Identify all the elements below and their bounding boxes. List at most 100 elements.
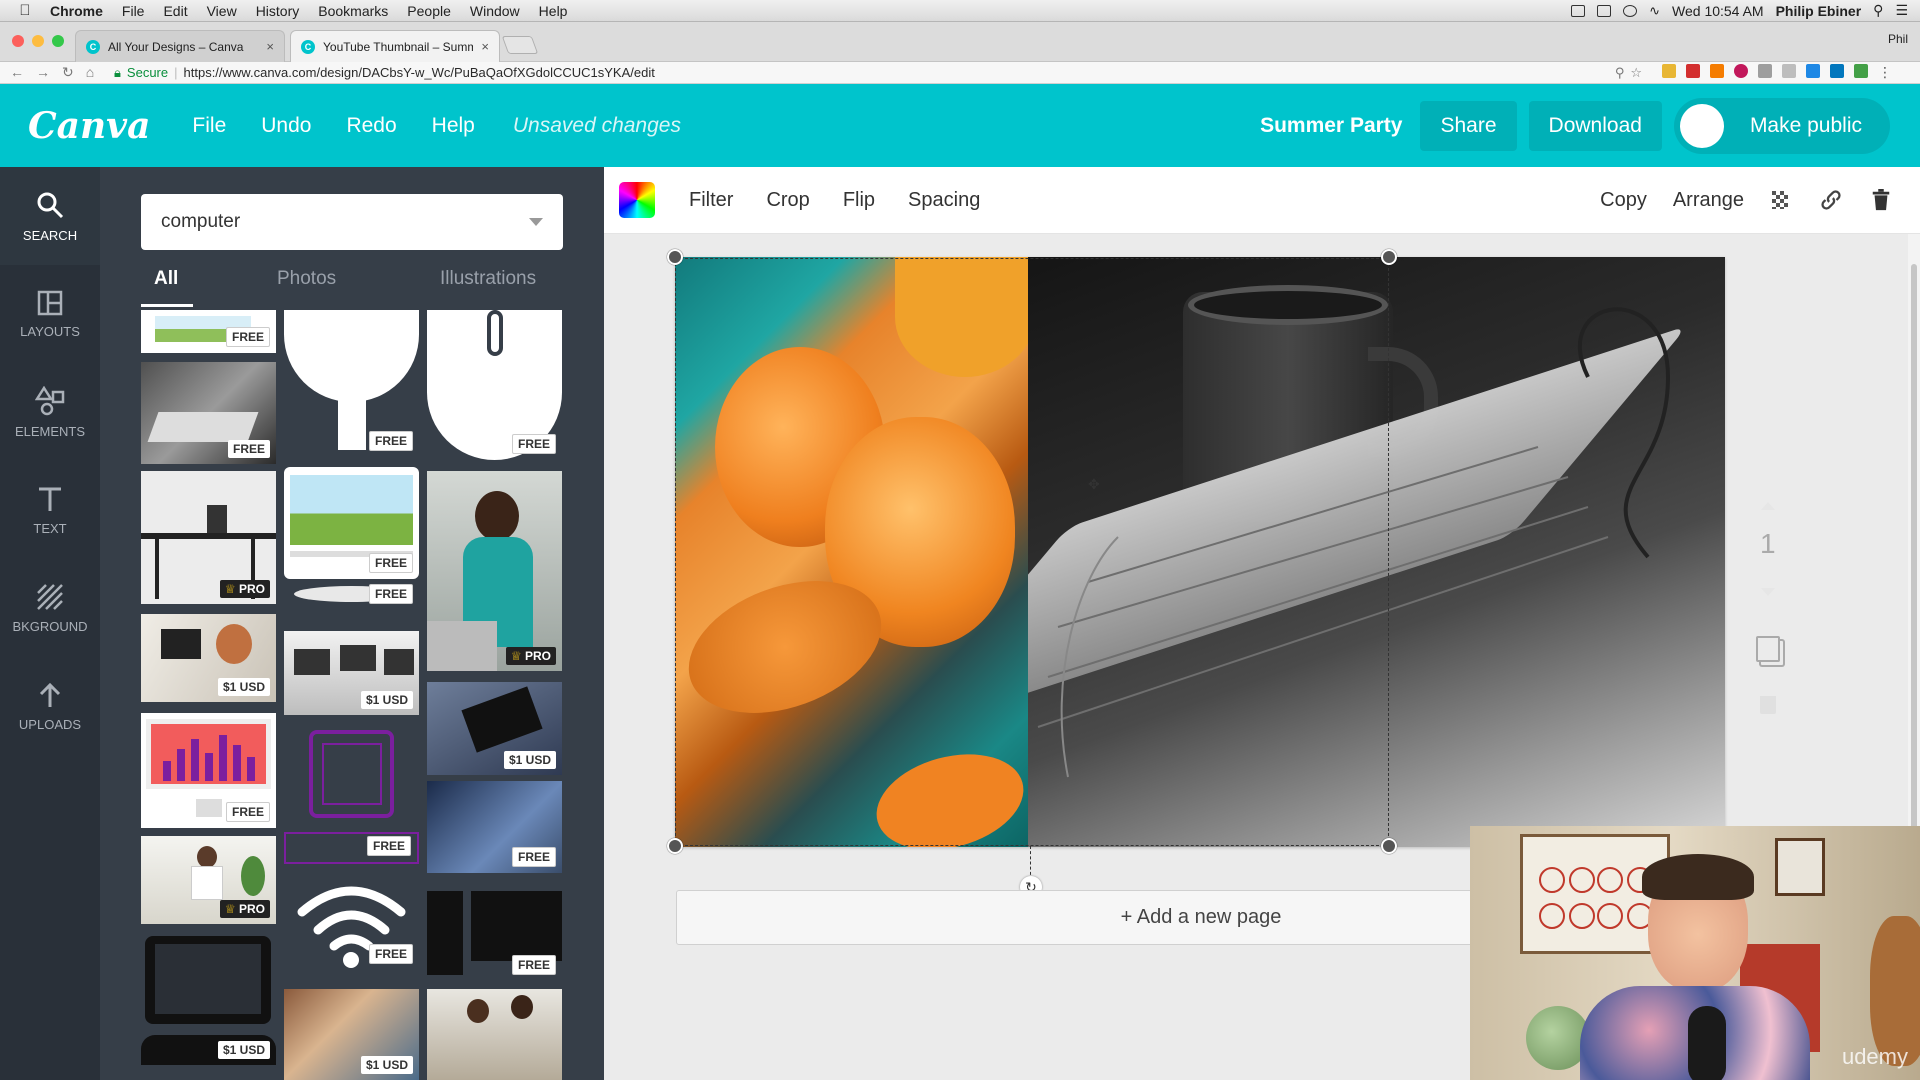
result-monitor-landscape-illustration[interactable]: FREE xyxy=(284,467,419,579)
crop-button[interactable]: Crop xyxy=(766,189,809,212)
tab-photos[interactable]: Photos xyxy=(277,268,336,290)
tab-youtube-thumbnail[interactable]: C YouTube Thumbnail – Summer × xyxy=(290,30,500,62)
result-keyboard-illustration[interactable]: FREE xyxy=(284,580,419,610)
camera-icon[interactable] xyxy=(1571,4,1586,17)
design-page[interactable] xyxy=(675,257,1725,847)
result-frame-illustration[interactable]: FREE xyxy=(284,832,419,864)
photo-orange-segments[interactable] xyxy=(675,257,1028,847)
share-button[interactable]: Share xyxy=(1420,100,1517,151)
nav-search[interactable]: SEARCH xyxy=(0,167,100,265)
wifi-icon[interactable]: ∿ xyxy=(1649,3,1660,19)
menubar-people[interactable]: People xyxy=(407,3,451,19)
nav-text[interactable]: TEXT xyxy=(0,461,100,559)
flip-button[interactable]: Flip xyxy=(843,189,875,212)
close-tab-icon[interactable]: × xyxy=(266,39,274,54)
copy-button[interactable]: Copy xyxy=(1600,189,1647,212)
menubar-view[interactable]: View xyxy=(207,3,237,19)
apple-icon[interactable]:  xyxy=(0,2,50,19)
design-title[interactable]: Summer Party xyxy=(1260,114,1402,138)
forward-icon[interactable]: → xyxy=(36,64,50,81)
result-photo-woman-laptop[interactable]: ♕ PRO xyxy=(427,471,562,671)
arrange-button[interactable]: Arrange xyxy=(1673,189,1744,212)
menubar-user[interactable]: Philip Ebiner xyxy=(1776,3,1862,19)
download-button[interactable]: Download xyxy=(1528,100,1662,151)
photo-keyboard-mug[interactable] xyxy=(1028,257,1725,847)
nav-background[interactable]: BKGROUND xyxy=(0,559,100,657)
nav-elements[interactable]: ELEMENTS xyxy=(0,363,100,461)
trash-icon[interactable] xyxy=(1870,189,1892,211)
bookmark-star-icon[interactable]: ☆ xyxy=(1630,65,1642,81)
extension-icon[interactable] xyxy=(1782,64,1796,78)
resize-handle-top-left[interactable] xyxy=(667,249,683,265)
canva-logo[interactable]: Canva xyxy=(28,105,150,147)
resize-handle-bottom-left[interactable] xyxy=(667,838,683,854)
extension-icon[interactable] xyxy=(1662,64,1676,78)
screen-record-icon[interactable] xyxy=(1597,4,1612,17)
back-icon[interactable]: ← xyxy=(10,64,24,81)
result-tablet-frame-illustration[interactable] xyxy=(284,725,419,825)
chevron-down-icon[interactable] xyxy=(529,218,543,226)
extension-icon[interactable] xyxy=(1806,64,1820,78)
move-page-down-icon[interactable] xyxy=(1761,588,1775,598)
result-laptop-illustration[interactable]: FREE xyxy=(141,310,276,353)
menubar-clock[interactable]: Wed 10:54 AM xyxy=(1672,3,1764,19)
menubar-bookmarks[interactable]: Bookmarks xyxy=(318,3,388,19)
menubar-history[interactable]: History xyxy=(256,3,300,19)
result-photo-computer-lab[interactable]: $1 USD xyxy=(284,631,419,715)
result-desktop-tower-illustration[interactable]: FREE xyxy=(427,891,562,981)
make-public-toggle[interactable]: Make public xyxy=(1673,97,1890,154)
reload-icon[interactable]: ↻ xyxy=(62,64,74,81)
result-photo-students-laptop[interactable] xyxy=(427,989,562,1080)
result-photo-team-laptop[interactable]: $1 USD xyxy=(284,989,419,1080)
extension-icon[interactable] xyxy=(1758,64,1772,78)
menubar-app-name[interactable]: Chrome xyxy=(50,3,103,19)
menubar-window[interactable]: Window xyxy=(470,3,520,19)
minimize-window-icon[interactable] xyxy=(32,35,44,47)
url-text[interactable]: https://www.canva.com/design/DACbsY-w_Wc… xyxy=(184,65,655,80)
zoom-icon[interactable]: ⚲ xyxy=(1615,65,1625,81)
tab-all[interactable]: All xyxy=(154,268,178,290)
new-tab-button[interactable] xyxy=(501,36,539,54)
result-photo-desk[interactable]: ♕ PRO xyxy=(141,471,276,604)
file-menu[interactable]: File xyxy=(192,114,226,138)
result-photo-laptop-lap[interactable]: $1 USD xyxy=(427,682,562,775)
duplicate-page-icon[interactable] xyxy=(1756,636,1780,662)
delete-page-icon[interactable] xyxy=(1760,696,1776,714)
timemachine-icon[interactable] xyxy=(1623,4,1638,17)
extension-icon[interactable] xyxy=(1830,64,1844,78)
close-window-icon[interactable] xyxy=(12,35,24,47)
profile-name[interactable]: Phil xyxy=(1888,32,1908,46)
url-field[interactable]: 🔒︎ Secure | https://www.canva.com/design… xyxy=(110,64,1650,82)
home-icon[interactable]: ⌂ xyxy=(86,64,94,81)
nav-layouts[interactable]: LAYOUTS xyxy=(0,265,100,363)
spacing-button[interactable]: Spacing xyxy=(908,189,980,212)
result-photo-woman-desk[interactable]: ♕ PRO xyxy=(141,836,276,924)
menubar-help[interactable]: Help xyxy=(539,3,568,19)
undo-button[interactable]: Undo xyxy=(261,114,311,138)
zoom-window-icon[interactable] xyxy=(52,35,64,47)
redo-button[interactable]: Redo xyxy=(346,114,396,138)
menubar-file[interactable]: File xyxy=(122,3,145,19)
result-mouse-top-illustration[interactable]: FREE xyxy=(427,310,562,460)
tab-all-designs[interactable]: C All Your Designs – Canva × xyxy=(75,30,285,62)
tab-illustrations[interactable]: Illustrations xyxy=(440,268,536,290)
result-photo-keyboard-mug[interactable]: FREE xyxy=(141,362,276,464)
chrome-menu-icon[interactable]: ⋮ xyxy=(1878,64,1892,81)
help-menu[interactable]: Help xyxy=(432,114,475,138)
close-tab-icon[interactable]: × xyxy=(481,39,489,54)
result-monitor-chart-illustration[interactable]: FREE xyxy=(141,713,276,828)
transparency-icon[interactable] xyxy=(1770,189,1792,211)
link-icon[interactable] xyxy=(1820,189,1842,211)
extension-icon[interactable] xyxy=(1686,64,1700,78)
result-tablet-illustration[interactable] xyxy=(141,932,276,1027)
result-photo-person-computer[interactable]: $1 USD xyxy=(141,614,276,702)
nav-uploads[interactable]: UPLOADS xyxy=(0,657,100,755)
resize-handle-top-right[interactable] xyxy=(1381,249,1397,265)
pinterest-icon[interactable] xyxy=(1734,64,1748,78)
notification-center-icon[interactable]: ☰ xyxy=(1895,2,1908,19)
menubar-edit[interactable]: Edit xyxy=(163,3,187,19)
color-picker-button[interactable] xyxy=(619,182,655,218)
filter-button[interactable]: Filter xyxy=(689,189,733,212)
result-mouse-illustration[interactable]: FREE xyxy=(284,310,419,457)
move-page-up-icon[interactable] xyxy=(1761,500,1775,510)
